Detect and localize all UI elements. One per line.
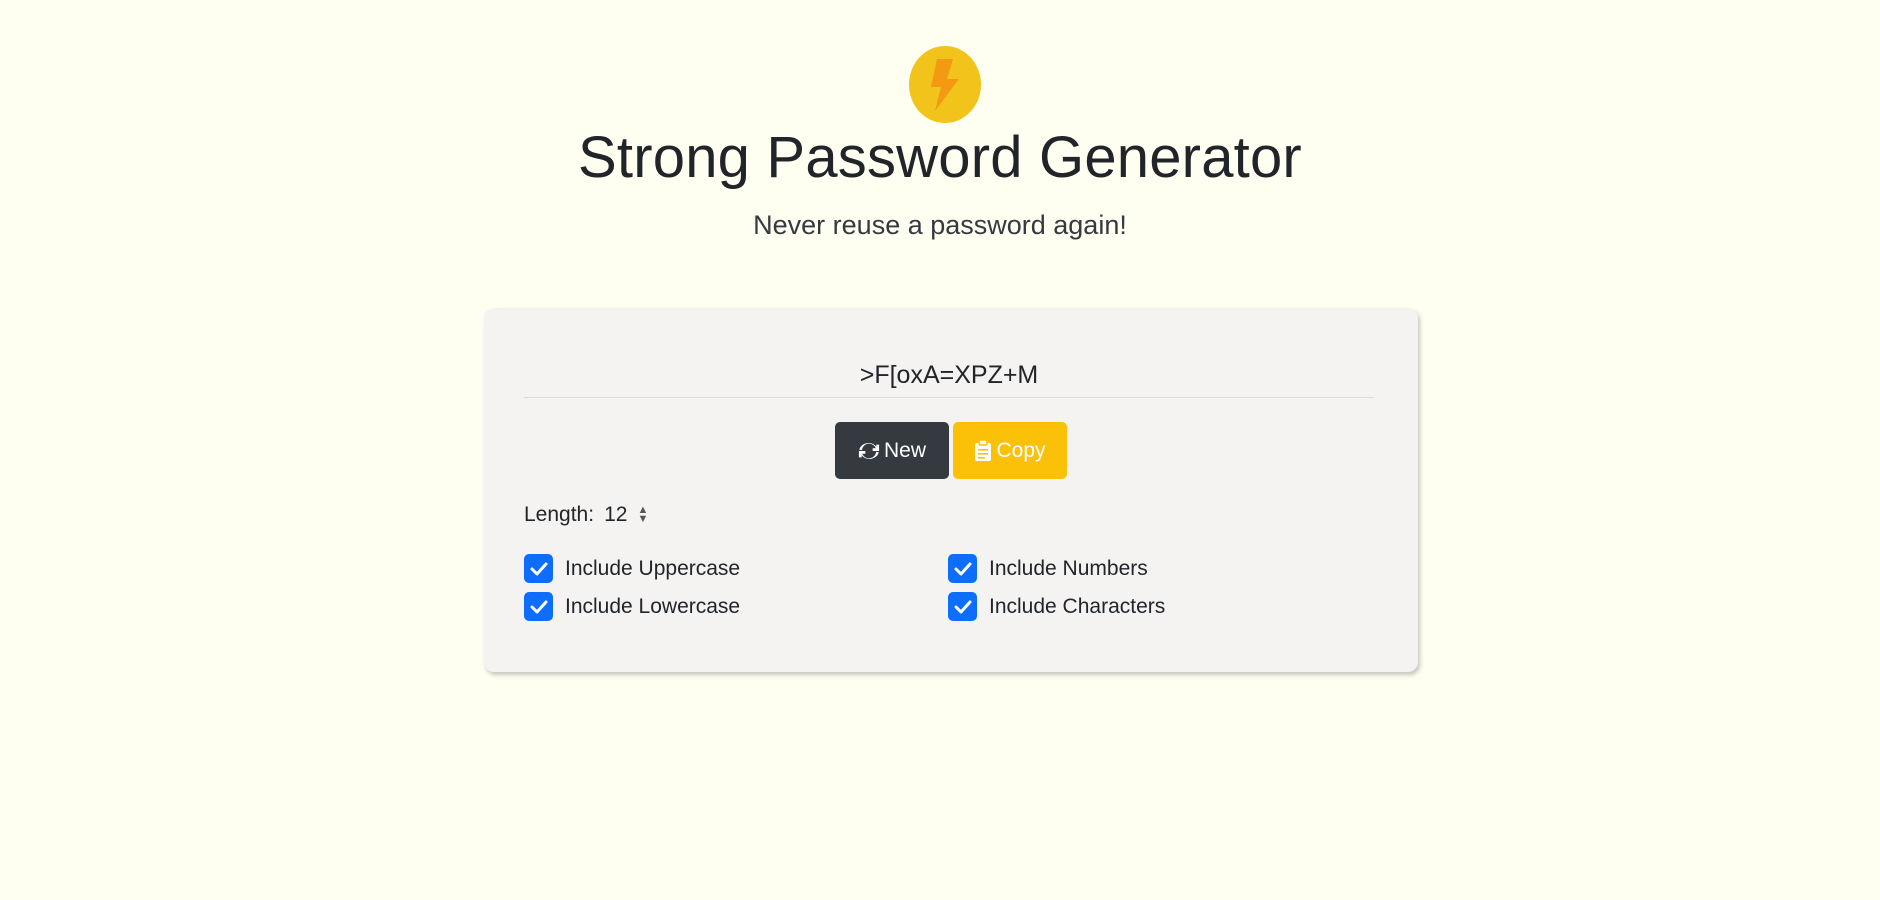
lowercase-checkbox[interactable] [524,592,553,621]
length-control: Length: 12 ▲ ▼ [524,498,652,532]
page-title: Strong Password Generator [578,125,1302,190]
length-input[interactable]: 12 ▲ ▼ [600,498,652,532]
checkmark-icon [530,600,547,613]
length-value: 12 [604,503,628,526]
option-label: Include Numbers [989,556,1148,580]
option-label: Include Characters [989,594,1166,618]
page-subtitle: Never reuse a password again! [753,210,1127,240]
copy-button-label: Copy [996,438,1046,462]
checkmark-icon [530,562,547,575]
option-characters[interactable]: Include Characters [948,592,1372,621]
uppercase-checkbox[interactable] [524,554,553,583]
characters-checkbox[interactable] [948,592,977,621]
checkmark-icon [954,562,971,575]
options-grid: Include Uppercase Include Numbers Includ… [524,554,1374,621]
option-label: Include Lowercase [565,594,741,618]
lightning-bolt-icon [909,46,981,123]
action-buttons: New Copy [484,422,1418,479]
option-label: Include Uppercase [565,556,741,580]
checkmark-icon [954,600,971,613]
new-password-button[interactable]: New [835,422,949,479]
refresh-icon [858,442,880,459]
option-uppercase[interactable]: Include Uppercase [524,554,948,583]
length-label: Length: [524,503,595,526]
generator-card: >F[oxA=XPZ+M New Copy Length: 12 ▲ ▼ Inc… [484,308,1418,672]
clipboard-icon [975,439,992,461]
option-numbers[interactable]: Include Numbers [948,554,1372,583]
length-stepper-icon[interactable]: ▲ ▼ [637,505,648,525]
new-button-label: New [883,438,926,462]
numbers-checkbox[interactable] [948,554,977,583]
password-output[interactable]: >F[oxA=XPZ+M [524,352,1374,398]
copy-password-button[interactable]: Copy [953,422,1067,479]
option-lowercase[interactable]: Include Lowercase [524,592,948,621]
